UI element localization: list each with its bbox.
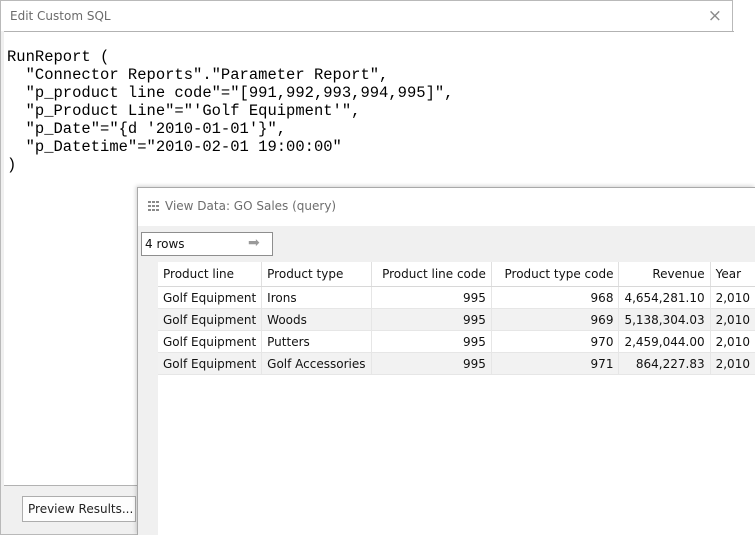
table-cell[interactable]: Golf Accessories: [261, 352, 372, 375]
table-cell[interactable]: 2,010: [710, 286, 755, 309]
dialog-title-bar: Edit Custom SQL ×: [1, 1, 732, 31]
table-row[interactable]: Golf Equipment Woods 995 969 5,138,304.03 2,0…: [158, 308, 755, 331]
table-cell[interactable]: Golf Equipment: [158, 352, 263, 375]
grid-icon: [148, 201, 159, 211]
table-cell[interactable]: Golf Equipment: [158, 286, 263, 309]
table-row[interactable]: Golf Equipment Putters 995 970 2,459,044.00 2…: [158, 330, 755, 353]
table-cell[interactable]: 971: [491, 352, 620, 375]
view-data-window: View Data: GO Sales (query) 4 rows ➡ Pro…: [137, 187, 755, 535]
table-cell[interactable]: 968: [491, 286, 620, 309]
table-cell[interactable]: Irons: [261, 286, 372, 309]
table-cell[interactable]: 864,227.83: [618, 352, 711, 375]
table-row[interactable]: Golf Equipment Golf Accessories 995 971 864,…: [158, 352, 755, 375]
table-cell[interactable]: 5,138,304.03: [618, 308, 711, 331]
table-cell[interactable]: Golf Equipment: [158, 330, 263, 353]
sql-code-text[interactable]: RunReport ( "Connector Reports"."Paramet…: [7, 48, 453, 174]
column-header[interactable]: Year: [710, 262, 755, 287]
table-cell[interactable]: 2,010: [710, 352, 755, 375]
close-icon[interactable]: ×: [708, 6, 722, 26]
table-cell[interactable]: Putters: [261, 330, 372, 353]
column-header[interactable]: Product line: [158, 262, 263, 287]
table-cell[interactable]: Woods: [261, 308, 372, 331]
data-grid: Product line Product type Product line cod…: [158, 262, 755, 535]
table-cell[interactable]: Golf Equipment: [158, 308, 263, 331]
table-cell[interactable]: 970: [491, 330, 620, 353]
table-cell[interactable]: 995: [371, 352, 492, 375]
arrow-right-icon[interactable]: ➡: [248, 235, 260, 251]
table-row[interactable]: Golf Equipment Irons 995 968 4,654,281.10 2,0…: [158, 286, 755, 309]
table-cell[interactable]: 2,010: [710, 308, 755, 331]
column-header[interactable]: Product type: [261, 262, 372, 287]
table-cell[interactable]: 2,010: [710, 330, 755, 353]
view-data-title: View Data: GO Sales (query): [165, 199, 337, 213]
rows-count-field[interactable]: 4 rows ➡: [141, 232, 273, 256]
table-cell[interactable]: 995: [371, 330, 492, 353]
column-header[interactable]: Product type code: [491, 262, 620, 287]
table-cell[interactable]: 969: [491, 308, 620, 331]
column-header[interactable]: Revenue: [618, 262, 711, 287]
table-cell[interactable]: 995: [371, 286, 492, 309]
dialog-title: Edit Custom SQL: [10, 9, 111, 23]
rows-count-value: 4 rows: [145, 237, 185, 251]
view-data-title-bar: View Data: GO Sales (query): [138, 188, 755, 226]
table-cell[interactable]: 4,654,281.10: [618, 286, 711, 309]
table-cell[interactable]: 995: [371, 308, 492, 331]
preview-results-button[interactable]: Preview Results...: [22, 496, 136, 522]
row-header-gutter: [137, 262, 138, 535]
table-cell[interactable]: 2,459,044.00: [618, 330, 711, 353]
column-header[interactable]: Product line code: [371, 262, 492, 287]
